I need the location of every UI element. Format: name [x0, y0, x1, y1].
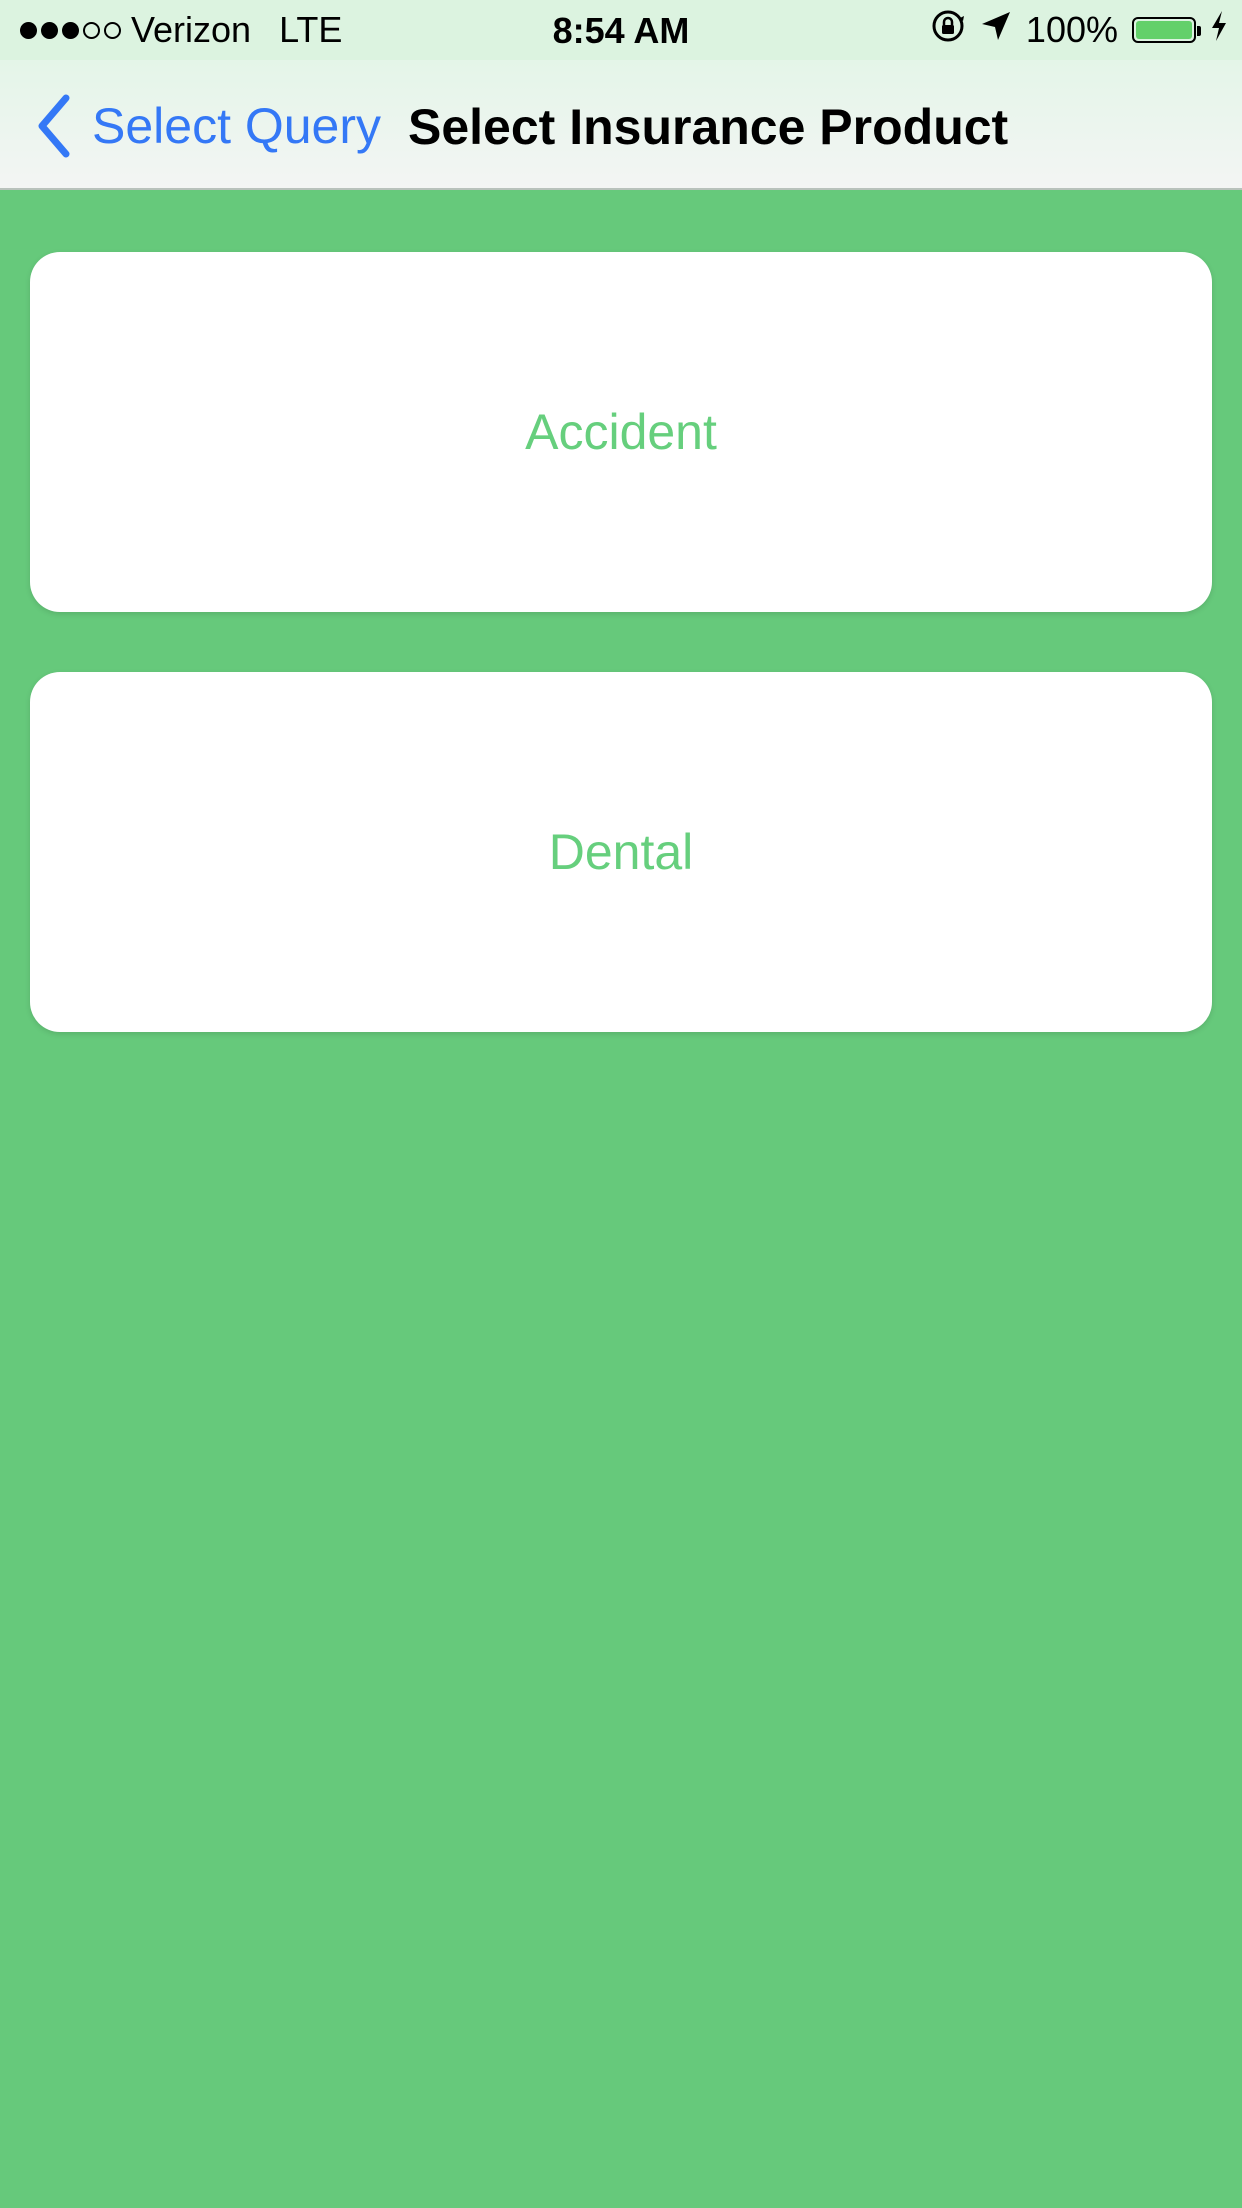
- product-card-label: Dental: [548, 824, 694, 880]
- page-title: Select Insurance Product: [408, 99, 1009, 155]
- charging-bolt-icon: [1210, 9, 1228, 51]
- product-card-label: Accident: [525, 404, 717, 460]
- status-bar: Verizon LTE 8:54 AM 100%: [0, 0, 1242, 60]
- product-card-dental[interactable]: Dental: [30, 672, 1212, 1032]
- battery-percent: 100%: [1025, 9, 1118, 50]
- battery-icon: [1132, 17, 1201, 43]
- product-card-accident[interactable]: Accident: [30, 252, 1212, 612]
- battery-nub: [1197, 26, 1201, 36]
- location-arrow-icon: [980, 9, 1012, 51]
- back-button-label: Select Query: [92, 98, 382, 154]
- orientation-lock-icon: [930, 8, 966, 53]
- navigation-bar: Select Query Select Insurance Product: [0, 60, 1242, 190]
- battery-fill: [1136, 21, 1192, 39]
- status-right: 100%: [930, 8, 1228, 53]
- back-button[interactable]: Select Query: [34, 94, 381, 158]
- chevron-left-icon: [38, 94, 70, 158]
